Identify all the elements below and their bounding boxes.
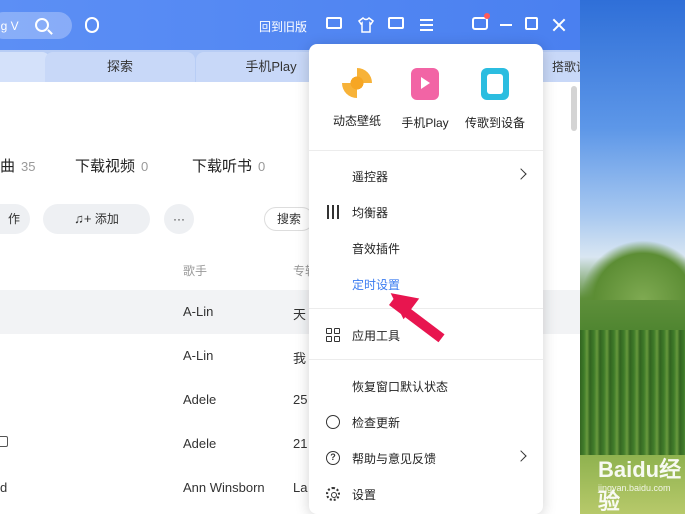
- music-app-window: ng V 回到旧版 探索 手机Play 搭歌词 曲35 下载视频0 下载听书0 …: [0, 0, 580, 514]
- help-icon: ?: [326, 451, 340, 465]
- feature-label: 传歌到设备: [464, 116, 525, 130]
- more-button[interactable]: ···: [164, 204, 194, 234]
- batch-operation-button[interactable]: 作: [0, 204, 30, 234]
- row-album: 25: [293, 392, 308, 407]
- feature-phone-play[interactable]: 手机Play: [390, 68, 460, 131]
- main-menu-icon[interactable]: [420, 17, 436, 33]
- menu-item-remote-control[interactable]: 遥控器: [309, 158, 543, 194]
- baidu-watermark-url: jingyan.baidu.com: [598, 483, 671, 493]
- menu-item-label: 音效插件: [352, 242, 401, 256]
- minimize-icon[interactable]: [500, 24, 512, 26]
- batch-operation-label: 作: [7, 212, 20, 226]
- tab-partial[interactable]: [0, 52, 50, 82]
- row-artist: Ann Winsborn: [183, 480, 265, 495]
- tab-downloaded-videos[interactable]: 下载视频 0: [75, 155, 148, 176]
- row-artist: Adele: [183, 436, 217, 451]
- menu-item-label: 遥控器: [352, 170, 389, 184]
- row-album: 我: [293, 351, 307, 366]
- column-header-artist[interactable]: 歌手: [183, 262, 207, 279]
- mail-icon[interactable]: [388, 17, 404, 29]
- row-title-fragment: d: [0, 480, 8, 495]
- search-icon[interactable]: [35, 18, 49, 32]
- feature-label: 动态壁纸: [332, 114, 381, 128]
- gear-icon: [326, 487, 340, 501]
- row-album: La: [293, 480, 308, 495]
- feature-label: 手机Play: [401, 116, 449, 130]
- menu-item-label: 帮助与意见反馈: [352, 452, 437, 466]
- feature-dynamic-wallpaper[interactable]: 动态壁纸: [322, 68, 392, 129]
- add-music-icon: ♫+: [74, 211, 92, 226]
- menu-item-equalizer[interactable]: 均衡器: [309, 194, 543, 230]
- menu-divider: [309, 308, 543, 309]
- wallpaper-fan-icon: [342, 68, 372, 98]
- menu-item-settings[interactable]: 设置: [309, 476, 543, 512]
- title-bar: ng V 回到旧版: [0, 0, 580, 50]
- tab-explore[interactable]: 探索: [45, 52, 195, 82]
- count-label: 下载视频: [75, 158, 136, 175]
- row-album: 天: [293, 307, 307, 322]
- menu-item-label: 恢复窗口默认状态: [352, 380, 449, 394]
- search-box[interactable]: ng V: [0, 12, 72, 39]
- wallpaper-hill: [580, 240, 685, 300]
- menu-divider: [309, 359, 543, 360]
- row-artist: A-Lin: [183, 348, 214, 363]
- add-button-label: 添加: [94, 212, 119, 226]
- count-number: 35: [21, 159, 36, 174]
- scrollbar-thumb[interactable]: [571, 86, 577, 131]
- wallpaper-trees: [580, 330, 685, 470]
- menu-item-restore-window[interactable]: 恢复窗口默认状态: [309, 368, 543, 404]
- tab-downloaded-audiobooks[interactable]: 下载听书 0: [192, 155, 265, 176]
- chevron-right-icon: [515, 168, 527, 180]
- row-album: 21: [293, 436, 308, 451]
- count-number: 0: [141, 159, 149, 174]
- menu-item-sound-plugins[interactable]: 音效插件: [309, 230, 543, 266]
- menu-item-check-updates[interactable]: 检查更新: [309, 404, 543, 440]
- maximize-icon[interactable]: [525, 17, 538, 30]
- feature-transfer-to-device[interactable]: 传歌到设备: [460, 68, 530, 131]
- equalizer-icon: [326, 205, 340, 219]
- voice-search-icon[interactable]: [85, 17, 99, 33]
- menu-item-label: 设置: [352, 488, 377, 502]
- back-to-old-version-link[interactable]: 回到旧版: [259, 18, 307, 35]
- menu-item-help-feedback[interactable]: ? 帮助与意见反馈: [309, 440, 543, 476]
- main-dropdown-menu: 动态壁纸 手机Play 传歌到设备 遥控器 均衡器 音效插件 定时设置 应用工具…: [309, 44, 543, 514]
- phone-play-icon: [411, 68, 439, 100]
- count-label: 曲: [0, 158, 16, 175]
- menu-item-label: 应用工具: [352, 329, 401, 343]
- mv-play-icon[interactable]: [0, 436, 8, 447]
- transfer-device-icon: [481, 68, 509, 100]
- monitor-icon[interactable]: [326, 17, 342, 29]
- app-tools-grid-icon: [326, 328, 340, 342]
- notification-dot: [484, 13, 490, 19]
- skin-shirt-icon[interactable]: [357, 17, 375, 33]
- tab-local-songs[interactable]: 曲 35: [0, 155, 35, 176]
- menu-item-timer-settings[interactable]: 定时设置: [309, 266, 543, 302]
- menu-divider: [309, 150, 543, 151]
- count-label: 下载听书: [192, 158, 253, 175]
- desktop-wallpaper: Baidu经验 jingyan.baidu.com: [580, 0, 685, 514]
- menu-item-label: 均衡器: [352, 206, 389, 220]
- row-artist: A-Lin: [183, 304, 214, 319]
- chevron-right-icon: [515, 450, 527, 462]
- menu-item-label: 检查更新: [352, 416, 401, 430]
- list-search-button[interactable]: 搜索: [264, 207, 314, 231]
- refresh-icon: [326, 415, 340, 429]
- search-input-text[interactable]: ng V: [0, 19, 19, 33]
- count-number: 0: [258, 159, 266, 174]
- add-button[interactable]: ♫+ 添加: [43, 204, 150, 234]
- close-icon[interactable]: [551, 17, 567, 33]
- row-artist: Adele: [183, 392, 217, 407]
